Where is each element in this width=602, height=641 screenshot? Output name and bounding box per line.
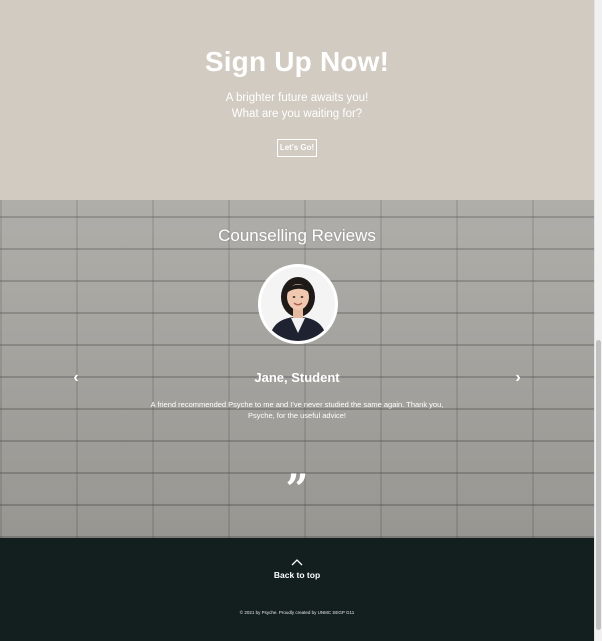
page: Sign Up Now! A brighter future awaits yo… [0,0,594,641]
scrollbar-thumb[interactable] [596,340,601,630]
next-review-button[interactable]: › [511,370,525,386]
signup-subtitle-line2: What are you waiting for? [231,108,363,120]
reviews-section: Counselling Reviews ‹ Jane, Student › A … [0,200,594,538]
lets-go-button[interactable]: Let's Go! [277,139,317,157]
back-to-top-label: Back to top [273,570,321,580]
reviewer-name: Jane, Student [254,370,340,385]
page-scrollbar[interactable] [594,0,602,641]
copyright-text: © 2021 by Psyche. Proudly created by UNM… [239,610,355,615]
quote-icon: ” [285,466,309,513]
review-text: A friend recommended Psyche to me and I'… [150,400,444,420]
caret-up-icon [291,559,303,566]
signup-title: Sign Up Now! [204,46,390,77]
signup-section: Sign Up Now! A brighter future awaits yo… [0,0,594,200]
footer: Back to top © 2021 by Psyche. Proudly cr… [0,538,594,641]
reviews-title: Counselling Reviews [218,226,376,245]
reviewer-avatar [258,264,338,344]
signup-subtitle: A brighter future awaits you! What are y… [0,90,594,122]
reviewer-portrait [261,267,335,341]
signup-subtitle-line1: A brighter future awaits you! [225,92,369,104]
back-to-top-button[interactable]: Back to top [256,558,338,584]
